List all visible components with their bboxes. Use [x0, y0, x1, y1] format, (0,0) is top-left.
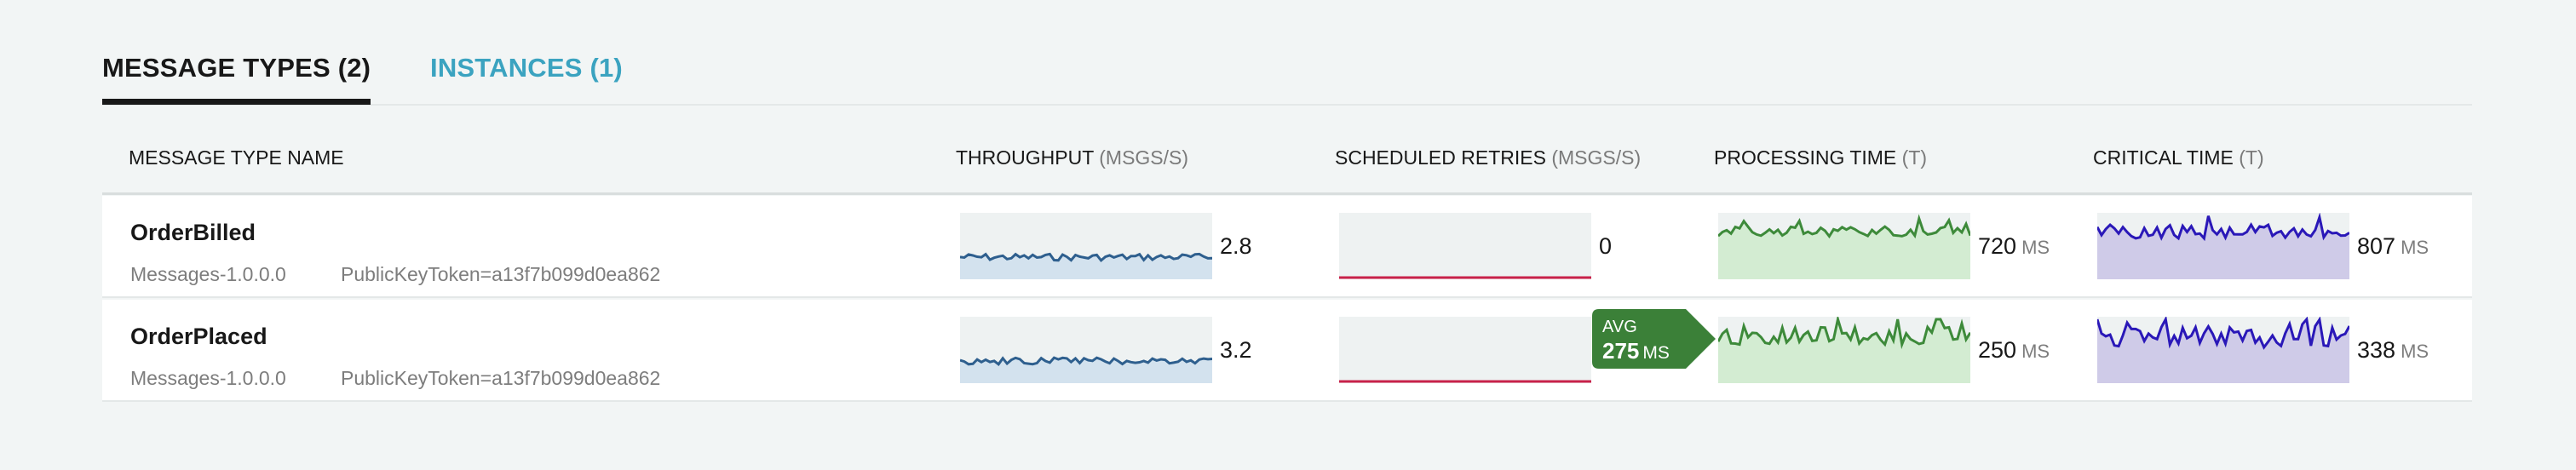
- critical-time-sparkline: [2097, 317, 2349, 383]
- tab-message-types[interactable]: MESSAGE TYPES (2): [102, 53, 371, 105]
- critical-time-value: 807 MS: [2357, 233, 2429, 259]
- avg-tooltip: AVG 275 MS: [1592, 309, 1716, 369]
- avg-label: AVG: [1602, 318, 1637, 336]
- avg-value: 275 MS: [1602, 338, 1670, 364]
- column-header-scheduled-retries[interactable]: SCHEDULED RETRIES (MSGS/S): [1335, 146, 1641, 169]
- public-key-token: PublicKeyToken=a13f7b099d0ea862: [341, 367, 661, 389]
- column-header-critical-time[interactable]: CRITICAL TIME (T): [2093, 146, 2264, 169]
- processing-time-sparkline: [1718, 317, 1970, 383]
- retries-value: 0: [1599, 233, 1613, 259]
- assembly-version: Messages-1.0.0.0: [130, 367, 286, 389]
- throughput-sparkline: [960, 317, 1212, 383]
- processing-time-value: 720 MS: [1978, 233, 2050, 259]
- table-header: MESSAGE TYPE NAME THROUGHPUT (MSGS/S) SC…: [102, 136, 2472, 195]
- processing-time-value: 250 MS: [1978, 337, 2050, 363]
- table-row[interactable]: OrderPlaced Messages-1.0.0.0 PublicKeyTo…: [102, 300, 2472, 402]
- throughput-sparkline: [960, 213, 1212, 279]
- message-type-name[interactable]: OrderBilled: [130, 220, 256, 246]
- throughput-value: 3.2: [1220, 337, 1252, 363]
- message-type-name[interactable]: OrderPlaced: [130, 324, 267, 350]
- column-header-processing-time[interactable]: PROCESSING TIME (T): [1714, 146, 1927, 169]
- public-key-token: PublicKeyToken=a13f7b099d0ea862: [341, 263, 661, 285]
- tab-bar: MESSAGE TYPES (2) INSTANCES (1): [102, 48, 2472, 106]
- retries-sparkline: [1339, 213, 1591, 279]
- processing-time-sparkline: [1718, 213, 1970, 279]
- column-header-throughput[interactable]: THROUGHPUT (MSGS/S): [956, 146, 1188, 169]
- table-row[interactable]: OrderBilled Messages-1.0.0.0 PublicKeyTo…: [102, 196, 2472, 298]
- retries-sparkline: [1339, 317, 1591, 383]
- critical-time-sparkline: [2097, 213, 2349, 279]
- tab-instances[interactable]: INSTANCES (1): [430, 53, 623, 83]
- critical-time-value: 338 MS: [2357, 337, 2429, 363]
- throughput-value: 2.8: [1220, 233, 1252, 259]
- column-header-name[interactable]: MESSAGE TYPE NAME: [129, 146, 344, 169]
- assembly-version: Messages-1.0.0.0: [130, 263, 286, 285]
